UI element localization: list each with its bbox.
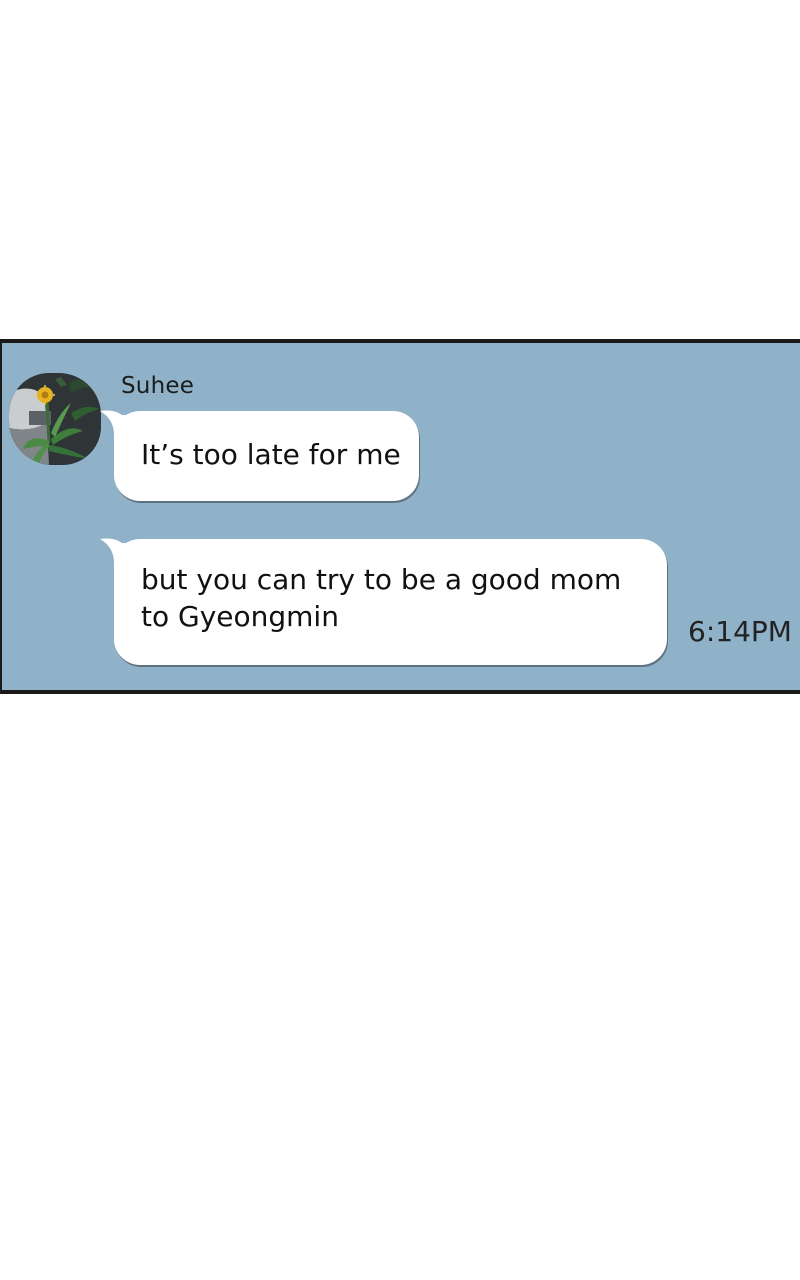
chat-panel: Suhee It’s too late for me but you can t… (0, 339, 800, 694)
bubble-tail-icon (100, 410, 140, 435)
message-bubble[interactable]: It’s too late for me (100, 410, 419, 501)
bubble-tail-icon (100, 538, 140, 563)
sender-name: Suhee (121, 373, 195, 399)
message-bubble[interactable]: but you can try to be a good mom to Gyeo… (100, 538, 667, 665)
profile-avatar-icon[interactable] (9, 373, 101, 465)
message-text: It’s too late for me (141, 438, 401, 471)
message-timestamp: 6:14PM (688, 615, 792, 648)
message-text: but you can try to be a good mom to Gyeo… (141, 563, 622, 633)
comic-page: Suhee It’s too late for me but you can t… (0, 0, 800, 1280)
